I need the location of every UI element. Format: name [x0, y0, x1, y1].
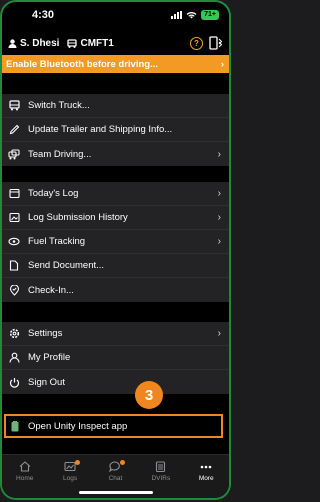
- step-number-badge: 3: [135, 381, 163, 409]
- menu-label: Switch Truck...: [28, 100, 90, 111]
- log-icon: [8, 188, 20, 200]
- user-info[interactable]: S. Dhesi: [8, 38, 59, 49]
- tab-home[interactable]: Home: [7, 460, 43, 482]
- user-icon: [8, 38, 17, 48]
- menu-section-account: Settings › My Profile Sign Out: [2, 322, 229, 394]
- menu-label: Send Document...: [28, 260, 105, 271]
- menu-label: Log Submission History: [28, 212, 128, 223]
- dvirs-icon: [155, 460, 166, 473]
- tab-more[interactable]: More: [188, 460, 224, 482]
- tab-label: Home: [16, 475, 34, 482]
- menu-label: Open Unity Inspect app: [28, 420, 128, 432]
- menu-label: Fuel Tracking: [28, 236, 86, 247]
- chevron-right-icon: ›: [220, 58, 224, 70]
- truck-info[interactable]: CMFT1: [67, 37, 114, 49]
- chevron-right-icon: ›: [217, 328, 221, 339]
- phone-screen: 4:30 71+ S. Dhesi CMFT1 ? Enable Bluetoo…: [2, 2, 229, 498]
- truck-icon: [67, 38, 78, 48]
- home-icon: [19, 460, 31, 473]
- menu-item-send-document[interactable]: Send Document...: [2, 254, 229, 278]
- menu-item-my-profile[interactable]: My Profile: [2, 346, 229, 370]
- banner-text: Enable Bluetooth before driving...: [6, 58, 159, 70]
- menu-item-check-in[interactable]: Check-In...: [2, 278, 229, 302]
- notification-dot: [75, 460, 81, 465]
- chevron-right-icon: ›: [217, 212, 221, 223]
- profile-icon: [8, 352, 20, 364]
- tab-logs[interactable]: Logs: [52, 460, 88, 482]
- menu-label: Today's Log: [28, 188, 79, 199]
- menu-item-sign-out[interactable]: Sign Out: [2, 370, 229, 394]
- chevron-right-icon: ›: [217, 148, 221, 160]
- signal-icon: [171, 11, 183, 19]
- status-icons: 71+: [171, 10, 219, 20]
- gear-icon: [8, 328, 20, 340]
- menu-item-settings[interactable]: Settings ›: [2, 322, 229, 346]
- power-icon: [8, 376, 20, 388]
- home-indicator[interactable]: [79, 491, 153, 494]
- tab-label: More: [198, 475, 214, 482]
- chevron-right-icon: ›: [217, 236, 221, 247]
- menu-item-log-submission-history[interactable]: Log Submission History ›: [2, 206, 229, 230]
- history-icon: [8, 212, 20, 224]
- team-icon: [8, 148, 20, 160]
- pencil-icon: [8, 124, 20, 136]
- truck-icon: [8, 100, 20, 112]
- chevron-right-icon: ›: [217, 188, 221, 199]
- header-actions: ?: [190, 36, 223, 50]
- menu-item-todays-log[interactable]: Today's Log ›: [2, 182, 229, 206]
- tab-chat[interactable]: Chat: [97, 460, 133, 482]
- fuel-icon: [8, 236, 20, 248]
- check-in-icon: [8, 284, 20, 296]
- tab-label: Logs: [63, 475, 78, 482]
- unity-app-icon: [10, 420, 20, 432]
- menu-item-fuel-tracking[interactable]: Fuel Tracking ›: [2, 230, 229, 254]
- menu-label: Check-In...: [28, 284, 74, 296]
- tab-label: DVIRs: [151, 475, 171, 482]
- menu-label: Settings: [28, 328, 63, 339]
- menu-label: Update Trailer and Shipping Info...: [28, 124, 173, 135]
- truck-name: CMFT1: [80, 37, 114, 49]
- status-time: 4:30: [32, 9, 55, 21]
- status-bar: 4:30 71+: [2, 2, 229, 28]
- menu-item-team-driving[interactable]: Team Driving... ›: [2, 142, 229, 166]
- menu-section-logs: Today's Log › Log Submission History › F…: [2, 182, 229, 302]
- menu-item-switch-truck[interactable]: Switch Truck...: [2, 94, 229, 118]
- menu-label: My Profile: [28, 352, 71, 363]
- menu-label: Sign Out: [28, 376, 65, 388]
- tab-label: Chat: [108, 475, 123, 482]
- document-icon: [8, 260, 20, 272]
- user-name: S. Dhesi: [20, 37, 60, 49]
- menu-section-truck: Switch Truck... Update Trailer and Shipp…: [2, 94, 229, 166]
- menu-item-open-unity-inspect[interactable]: Open Unity Inspect app: [7, 417, 220, 435]
- bluetooth-device-icon[interactable]: [209, 36, 223, 50]
- wifi-icon: [186, 12, 197, 19]
- notification-dot: [120, 460, 126, 465]
- battery-indicator: 71+: [201, 10, 219, 20]
- help-icon[interactable]: ?: [190, 36, 203, 50]
- bluetooth-banner[interactable]: Enable Bluetooth before driving... ›: [2, 55, 229, 73]
- app-header: S. Dhesi CMFT1 ?: [2, 32, 229, 54]
- menu-label: Team Driving...: [28, 148, 92, 160]
- tab-dvirs[interactable]: DVIRs: [143, 460, 179, 482]
- more-icon: [200, 460, 212, 473]
- menu-item-update-trailer[interactable]: Update Trailer and Shipping Info...: [2, 118, 229, 142]
